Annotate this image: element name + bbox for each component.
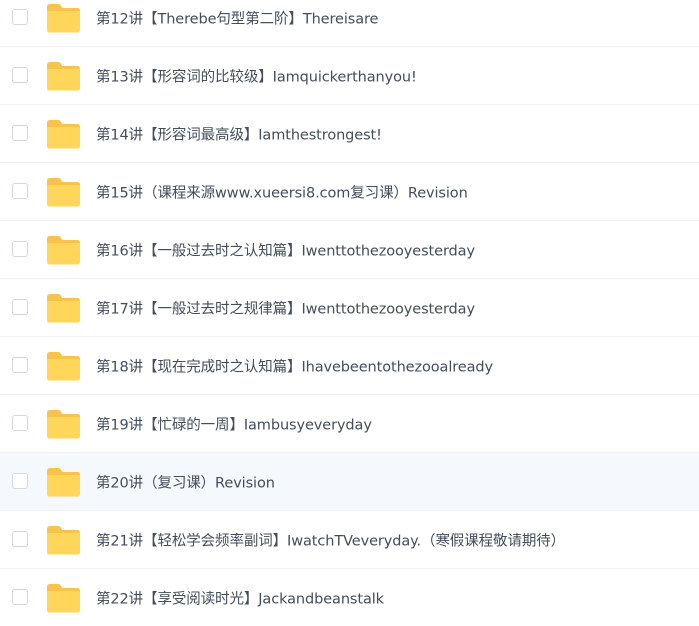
file-row[interactable]: 第19讲【忙碌的一周】Iambusyeveryday	[0, 395, 699, 453]
file-row[interactable]: 第12讲【Therebe句型第二阶】Thereisare	[0, 0, 699, 47]
file-name[interactable]: 第22讲【享受阅读时光】Jackandbeanstalk	[96, 587, 384, 608]
folder-icon	[47, 3, 80, 32]
folder-icon	[47, 467, 80, 496]
file-row[interactable]: 第16讲【一般过去时之认知篇】Iwenttothezooyesterday	[0, 221, 699, 279]
file-row[interactable]: 第18讲【现在完成时之认知篇】Ihavebeentothezooalready	[0, 337, 699, 395]
file-name[interactable]: 第17讲【一般过去时之规律篇】Iwenttothezooyesterday	[96, 297, 475, 318]
file-row[interactable]: 第21讲【轻松学会频率副词】IwatchTVeveryday.（寒假课程敬请期待…	[0, 511, 699, 569]
folder-icon	[47, 119, 80, 148]
file-row[interactable]: 第14讲【形容词最高级】Iamthestrongest!	[0, 105, 699, 163]
select-checkbox[interactable]	[12, 124, 28, 141]
select-checkbox[interactable]	[12, 414, 28, 431]
file-name[interactable]: 第15讲（课程来源www.xueersi8.com复习课）Revision	[96, 181, 468, 202]
folder-icon	[47, 293, 80, 322]
select-checkbox[interactable]	[12, 8, 28, 25]
file-row[interactable]: 第20讲（复习课）Revision	[0, 453, 699, 511]
file-name[interactable]: 第19讲【忙碌的一周】Iambusyeveryday	[96, 413, 372, 434]
select-checkbox[interactable]	[12, 588, 28, 605]
file-name[interactable]: 第18讲【现在完成时之认知篇】Ihavebeentothezooalready	[96, 355, 493, 376]
file-name[interactable]: 第12讲【Therebe句型第二阶】Thereisare	[96, 7, 378, 28]
file-name[interactable]: 第21讲【轻松学会频率副词】IwatchTVeveryday.（寒假课程敬请期待…	[96, 529, 565, 550]
select-checkbox[interactable]	[12, 66, 28, 83]
file-row[interactable]: 第22讲【享受阅读时光】Jackandbeanstalk	[0, 569, 699, 626]
folder-icon	[47, 351, 80, 380]
file-row[interactable]: 第15讲（课程来源www.xueersi8.com复习课）Revision	[0, 163, 699, 221]
file-row[interactable]: 第13讲【形容词的比较级】Iamquickerthanyou!	[0, 47, 699, 105]
file-name[interactable]: 第13讲【形容词的比较级】Iamquickerthanyou!	[96, 65, 417, 86]
folder-icon	[47, 235, 80, 264]
folder-icon	[47, 525, 80, 554]
file-row[interactable]: 第17讲【一般过去时之规律篇】Iwenttothezooyesterday	[0, 279, 699, 337]
folder-icon	[47, 583, 80, 612]
select-checkbox[interactable]	[12, 240, 28, 257]
folder-icon	[47, 61, 80, 90]
file-name[interactable]: 第16讲【一般过去时之认知篇】Iwenttothezooyesterday	[96, 239, 475, 260]
select-checkbox[interactable]	[12, 298, 28, 315]
file-list: 第12讲【Therebe句型第二阶】Thereisare 第13讲【形容词的比较…	[0, 0, 699, 615]
select-checkbox[interactable]	[12, 472, 28, 489]
file-name[interactable]: 第14讲【形容词最高级】Iamthestrongest!	[96, 123, 382, 144]
folder-icon	[47, 177, 80, 206]
select-checkbox[interactable]	[12, 356, 28, 373]
select-checkbox[interactable]	[12, 530, 28, 547]
select-checkbox[interactable]	[12, 182, 28, 199]
folder-icon	[47, 409, 80, 438]
file-name[interactable]: 第20讲（复习课）Revision	[96, 471, 275, 492]
